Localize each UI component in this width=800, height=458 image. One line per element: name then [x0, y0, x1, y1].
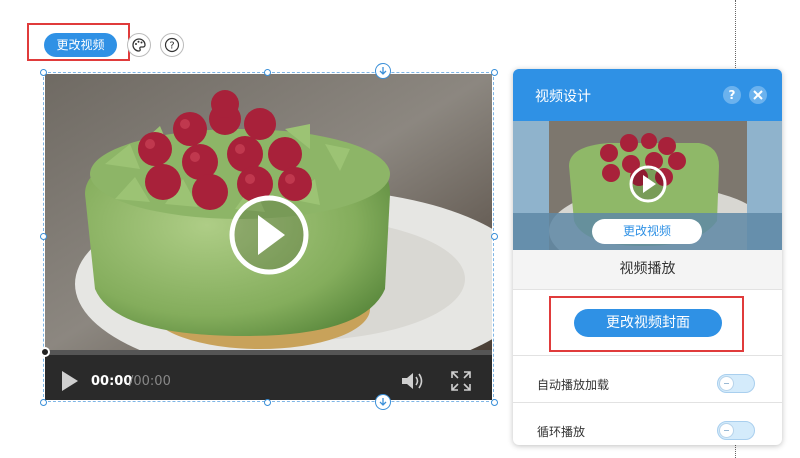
close-icon[interactable] — [749, 86, 767, 104]
divider — [513, 402, 782, 403]
rotate-handle-bottom[interactable] — [375, 394, 391, 410]
autoplay-toggle[interactable] — [717, 374, 755, 393]
resize-handle-left[interactable] — [40, 233, 47, 240]
video-thumbnail-preview: 更改视频 — [513, 121, 782, 250]
resize-handle-top-right[interactable] — [491, 69, 498, 76]
resize-handle-right[interactable] — [491, 233, 498, 240]
loop-label: 循环播放 — [537, 425, 586, 439]
panel-help-icon[interactable]: ? — [723, 86, 741, 104]
palette-button[interactable] — [127, 33, 151, 57]
palette-icon — [132, 38, 146, 52]
resize-handle-top-left[interactable] — [40, 69, 47, 76]
selection-frame — [43, 72, 494, 402]
change-video-button[interactable]: 更改视频 — [44, 33, 117, 57]
progress-scrub-handle[interactable] — [40, 347, 50, 357]
arrow-down-icon — [379, 398, 387, 406]
resize-handle-bottom-right[interactable] — [491, 399, 498, 406]
video-design-panel: 视频设计 ? 更改视频 视频播放 更改视频封面 自动播放加载 循环播放 — [513, 69, 782, 445]
resize-handle-top[interactable] — [264, 69, 271, 76]
resize-handle-bottom-left[interactable] — [40, 399, 47, 406]
autoplay-label: 自动播放加载 — [537, 378, 610, 392]
help-button[interactable]: ? — [160, 33, 184, 57]
arrow-down-icon — [379, 67, 387, 75]
rotate-handle-top[interactable] — [375, 63, 391, 79]
resize-handle-bottom[interactable] — [264, 399, 271, 406]
toggle-knob — [719, 423, 734, 438]
toggle-knob — [719, 376, 734, 391]
help-icon: ? — [164, 37, 180, 53]
preview-change-video-button[interactable]: 更改视频 — [592, 219, 702, 244]
divider — [513, 355, 782, 356]
loop-toggle[interactable] — [717, 421, 755, 440]
section-video-playback: 视频播放 — [513, 250, 782, 290]
svg-text:?: ? — [169, 41, 174, 52]
change-cover-button[interactable]: 更改视频封面 — [574, 309, 722, 337]
panel-title: 视频设计 — [535, 89, 591, 105]
